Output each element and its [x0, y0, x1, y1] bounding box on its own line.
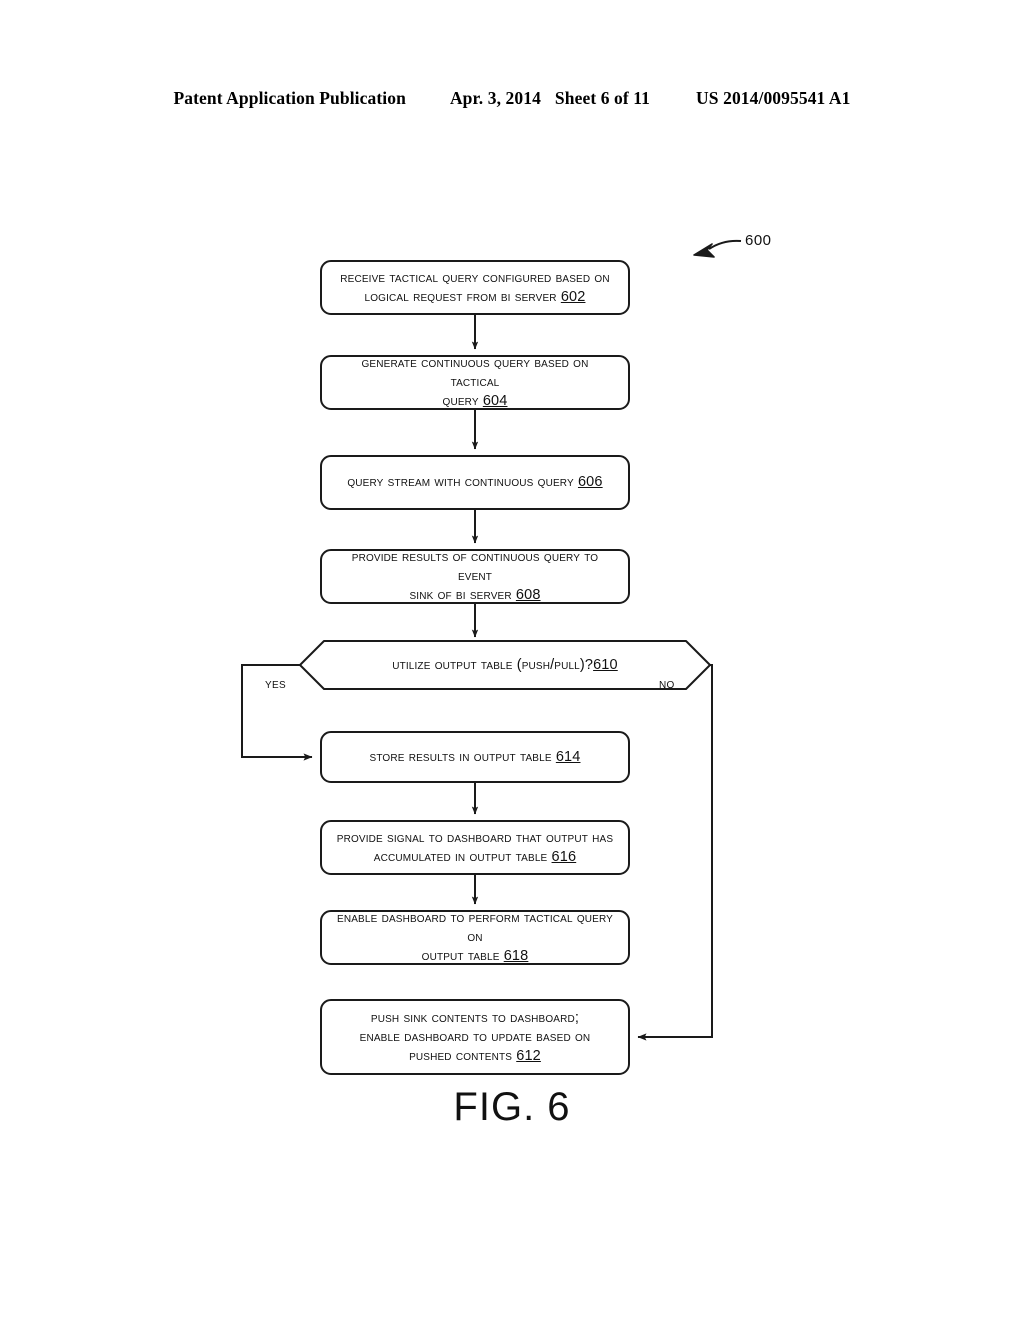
- node-612-label: Push Sink Contents to Dashboard; Enable D…: [359, 1009, 591, 1064]
- flowchart-decision-610[interactable]: Utilize Output Table (Push/Pull)? 610: [298, 639, 712, 691]
- flowchart-node-608[interactable]: Provide Results of Continuous Query to E…: [320, 549, 630, 604]
- figure-caption: FIG. 6: [453, 1085, 571, 1129]
- flowchart-node-616[interactable]: Provide Signal to Dashboard that Output …: [320, 820, 630, 875]
- node-610-label: Utilize Output Table (Push/Pull)? 610: [392, 657, 618, 673]
- branch-label-yes: Yes: [265, 676, 286, 692]
- branch-label-no: No: [659, 676, 675, 692]
- flowchart-node-612[interactable]: Push Sink Contents to Dashboard; Enable D…: [320, 999, 630, 1075]
- flowchart-node-606[interactable]: Query Stream with Continuous Query 606: [320, 455, 630, 510]
- node-614-label: Store Results in Output Table 614: [369, 748, 581, 765]
- node-608-label: Provide Results of Continuous Query to E…: [351, 549, 599, 603]
- node-618-label: Enable Dashboard to Perform Tactical Que…: [337, 910, 613, 964]
- figure-leader-arrow: [693, 239, 742, 258]
- patent-figure: 600 Receive Tactical Query Configured ba…: [0, 0, 1024, 1320]
- node-606-label: Query Stream with Continuous Query 606: [347, 474, 603, 490]
- flowchart-node-602[interactable]: Receive Tactical Query Configured based …: [320, 260, 630, 315]
- node-616-label: Provide Signal to Dashboard that Output …: [336, 829, 614, 865]
- node-602-label: Receive Tactical Query Configured based …: [340, 269, 610, 305]
- flowchart-node-618[interactable]: Enable Dashboard to Perform Tactical Que…: [320, 910, 630, 965]
- node-604-label: Generate Continuous Query based on Tacti…: [361, 355, 589, 409]
- flowchart-node-604[interactable]: Generate Continuous Query based on Tacti…: [320, 355, 630, 410]
- flowchart-node-614[interactable]: Store Results in Output Table 614: [320, 731, 630, 783]
- figure-reference-numeral: 600: [745, 232, 772, 249]
- edge-610-612-no: [637, 664, 713, 1041]
